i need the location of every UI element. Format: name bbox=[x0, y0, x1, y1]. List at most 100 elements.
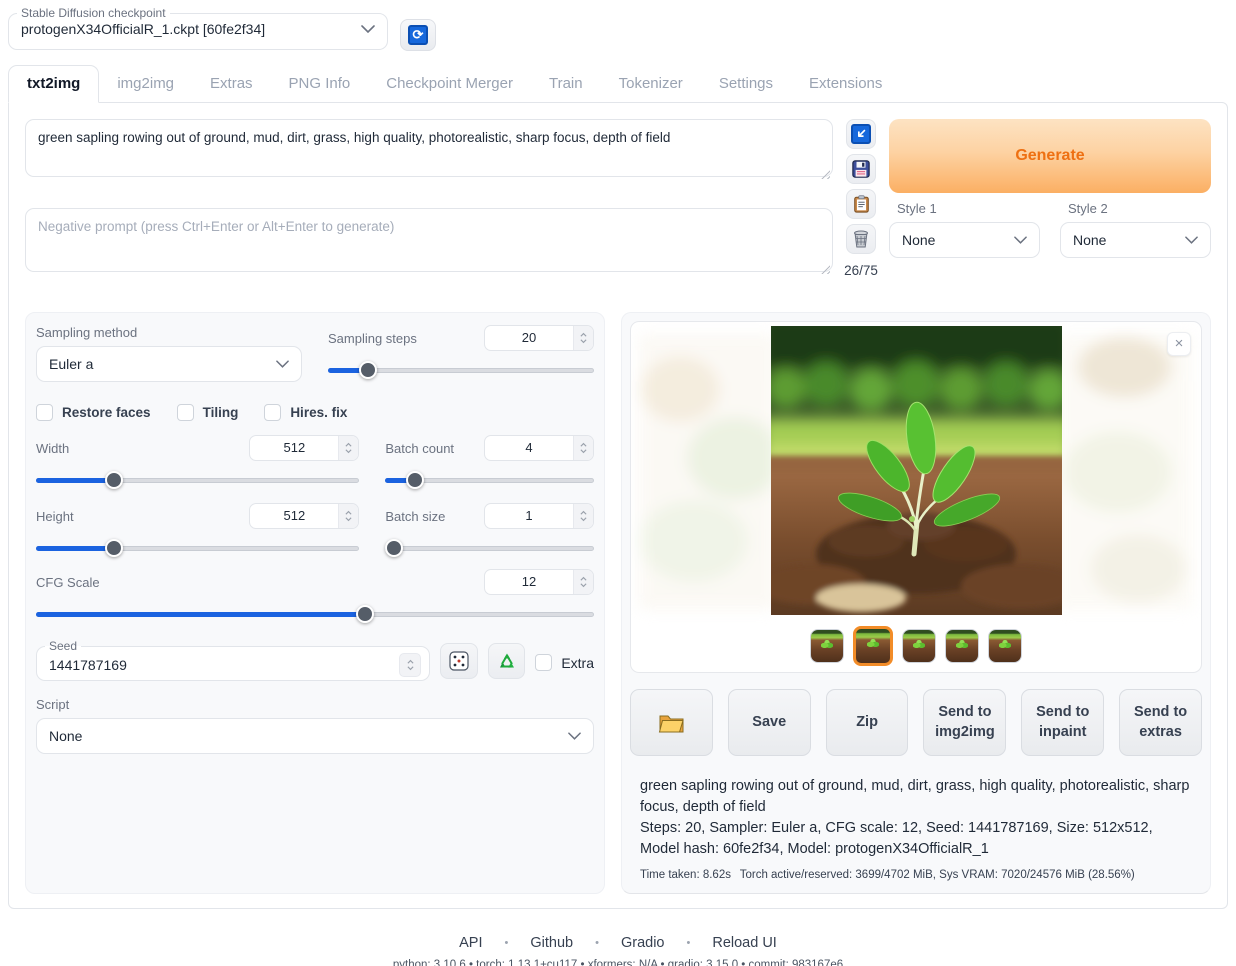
send-to-img2img-button[interactable]: Send to img2img bbox=[923, 689, 1006, 756]
cfg-scale-input[interactable]: 12 bbox=[484, 569, 594, 595]
info-prompt: green sapling rowing out of ground, mud,… bbox=[640, 776, 1192, 818]
slider-knob[interactable] bbox=[359, 361, 377, 379]
main-tabs: txt2img img2img Extras PNG Info Checkpoi… bbox=[8, 65, 1228, 102]
zip-button[interactable]: Zip bbox=[826, 689, 909, 756]
save-style-button[interactable] bbox=[846, 154, 876, 184]
footer-link-github[interactable]: Github bbox=[522, 935, 581, 951]
style2-label: Style 2 bbox=[1068, 201, 1211, 216]
batch-count-slider[interactable] bbox=[385, 471, 594, 489]
tab-txt2img[interactable]: txt2img bbox=[8, 65, 99, 103]
prompt-input[interactable]: green sapling rowing out of ground, mud,… bbox=[25, 119, 833, 177]
gallery-thumbnails bbox=[631, 618, 1201, 673]
generated-image[interactable] bbox=[771, 326, 1062, 615]
width-label: Width bbox=[36, 441, 69, 456]
chevron-down-icon bbox=[1185, 236, 1198, 244]
batch-size-label: Batch size bbox=[385, 509, 445, 524]
tab-tokenizer[interactable]: Tokenizer bbox=[601, 66, 701, 102]
script-select[interactable]: None bbox=[36, 718, 594, 754]
tab-img2img[interactable]: img2img bbox=[99, 66, 192, 102]
script-label: Script bbox=[36, 697, 594, 712]
stepper-arrows[interactable] bbox=[573, 504, 593, 528]
height-input[interactable]: 512 bbox=[249, 503, 359, 529]
tab-settings[interactable]: Settings bbox=[701, 66, 791, 102]
slider-knob[interactable] bbox=[105, 539, 123, 557]
seed-label: Seed bbox=[45, 639, 81, 653]
seed-field[interactable]: Seed 1441787169 bbox=[36, 639, 430, 681]
style2-select[interactable]: None bbox=[1060, 222, 1211, 258]
sampling-method-select[interactable]: Euler a bbox=[36, 346, 302, 382]
arrow-down-left-icon bbox=[851, 124, 871, 144]
random-seed-button[interactable] bbox=[440, 643, 477, 679]
sampling-method-label: Sampling method bbox=[36, 325, 302, 340]
hires-fix-checkbox[interactable]: Hires. fix bbox=[264, 404, 347, 421]
slider-knob[interactable] bbox=[385, 539, 403, 557]
stepper-arrows[interactable] bbox=[399, 653, 421, 677]
height-label: Height bbox=[36, 509, 74, 524]
width-slider[interactable] bbox=[36, 471, 359, 489]
thumbnail-3[interactable] bbox=[902, 629, 936, 663]
checkpoint-select[interactable]: Stable Diffusion checkpoint protogenX34O… bbox=[8, 6, 388, 50]
sampling-steps-input[interactable]: 20 bbox=[484, 325, 594, 351]
open-folder-button[interactable] bbox=[630, 689, 713, 756]
footer-link-api[interactable]: API bbox=[451, 935, 490, 951]
tab-extensions[interactable]: Extensions bbox=[791, 66, 900, 102]
stepper-arrows[interactable] bbox=[573, 326, 593, 350]
checkpoint-label: Stable Diffusion checkpoint bbox=[17, 6, 170, 20]
footer-link-reload-ui[interactable]: Reload UI bbox=[704, 935, 784, 951]
batch-count-input[interactable]: 4 bbox=[484, 435, 594, 461]
thumbnail-4[interactable] bbox=[945, 629, 979, 663]
send-to-inpaint-button[interactable]: Send to inpaint bbox=[1021, 689, 1104, 756]
refresh-checkpoints-button[interactable]: ⟳ bbox=[400, 19, 436, 51]
footer-link-gradio[interactable]: Gradio bbox=[613, 935, 673, 951]
send-to-extras-button[interactable]: Send to extras bbox=[1119, 689, 1202, 756]
tab-checkpoint-merger[interactable]: Checkpoint Merger bbox=[368, 66, 531, 102]
save-button[interactable]: Save bbox=[728, 689, 811, 756]
checkbox-icon bbox=[535, 654, 552, 671]
stepper-arrows[interactable] bbox=[573, 436, 593, 460]
stepper-arrows[interactable] bbox=[338, 504, 358, 528]
close-icon[interactable]: × bbox=[1167, 332, 1191, 356]
tab-extras[interactable]: Extras bbox=[192, 66, 271, 102]
slider-knob[interactable] bbox=[105, 471, 123, 489]
clear-prompt-button[interactable] bbox=[846, 224, 876, 254]
checkpoint-bar: Stable Diffusion checkpoint protogenX34O… bbox=[0, 0, 1236, 51]
clipboard-icon bbox=[853, 195, 870, 213]
tab-train[interactable]: Train bbox=[531, 66, 601, 102]
reuse-seed-button[interactable] bbox=[488, 643, 525, 679]
paste-button[interactable] bbox=[846, 189, 876, 219]
read-parameters-button[interactable] bbox=[846, 119, 876, 149]
thumbnail-1[interactable] bbox=[810, 629, 844, 663]
sampling-steps-slider[interactable] bbox=[328, 361, 594, 379]
trash-icon bbox=[853, 230, 869, 248]
height-slider[interactable] bbox=[36, 539, 359, 557]
stepper-arrows[interactable] bbox=[338, 436, 358, 460]
chevron-down-icon bbox=[1014, 236, 1027, 244]
style1-select[interactable]: None bbox=[889, 222, 1040, 258]
cfg-scale-slider[interactable] bbox=[36, 605, 594, 623]
stepper-arrows[interactable] bbox=[573, 570, 593, 594]
restore-faces-checkbox[interactable]: Restore faces bbox=[36, 404, 151, 421]
slider-knob[interactable] bbox=[406, 471, 424, 489]
seed-value: 1441787169 bbox=[49, 657, 127, 673]
thumbnail-5[interactable] bbox=[988, 629, 1022, 663]
width-input[interactable]: 512 bbox=[249, 435, 359, 461]
separator-dot: • bbox=[505, 937, 509, 949]
slider-knob[interactable] bbox=[356, 605, 374, 623]
generate-button[interactable]: Generate bbox=[889, 119, 1211, 193]
gallery-side-image-right bbox=[1056, 334, 1193, 610]
batch-size-input[interactable]: 1 bbox=[484, 503, 594, 529]
token-counter: 26/75 bbox=[844, 263, 878, 278]
negative-prompt-input[interactable] bbox=[25, 208, 833, 272]
version-info: python: 3.10.6 • torch: 1.13.1+cu117 • x… bbox=[0, 959, 1236, 966]
tiling-checkbox[interactable]: Tiling bbox=[177, 404, 239, 421]
refresh-icon: ⟳ bbox=[408, 25, 428, 45]
checkbox-icon bbox=[177, 404, 194, 421]
result-actions: Save Zip Send to img2img Send to inpaint… bbox=[630, 689, 1202, 756]
chevron-down-icon bbox=[568, 732, 581, 740]
tab-png-info[interactable]: PNG Info bbox=[271, 66, 369, 102]
thumbnail-2-selected[interactable] bbox=[853, 626, 893, 666]
batch-size-slider[interactable] bbox=[385, 539, 594, 557]
extra-seed-checkbox[interactable]: Extra bbox=[535, 654, 594, 671]
checkbox-icon bbox=[36, 404, 53, 421]
prompt-column: green sapling rowing out of ground, mud,… bbox=[25, 119, 833, 278]
